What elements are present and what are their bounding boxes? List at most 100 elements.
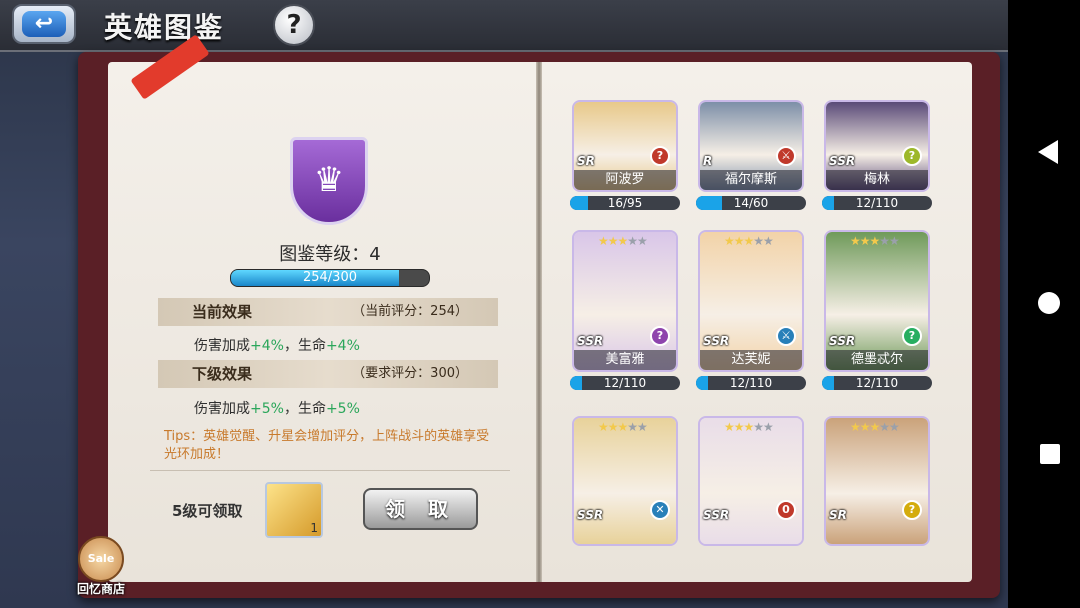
required-score: （要求评分：300）: [352, 366, 468, 381]
hero-name: 福尔摩斯: [700, 170, 802, 190]
hero-portrait: [700, 418, 802, 544]
rarity-badge: SR: [829, 508, 847, 522]
hero-portrait-frame[interactable]: R ⚔ 福尔摩斯: [698, 100, 804, 192]
hero-name: 美富雅: [574, 350, 676, 370]
collection-level: 图鉴等级：4: [279, 244, 381, 265]
reward-label: 5级可领取: [172, 502, 243, 520]
hero-name: 梅林: [826, 170, 928, 190]
fragment-progress-bar: 16/95: [570, 196, 680, 210]
hero-class-icon: 0: [776, 500, 796, 520]
hero-class-icon: ?: [902, 326, 922, 346]
memory-shop-button[interactable]: Sale 回忆商店: [70, 536, 132, 600]
hero-card-item[interactable]: ★★★★★ SSR ✕: [572, 416, 682, 546]
divider: [150, 470, 510, 471]
rarity-badge: SSR: [703, 334, 730, 348]
next-effect-line: 伤害加成+5%，生命+5%: [194, 398, 360, 418]
rarity-badge: SR: [577, 154, 595, 168]
fragment-progress-text: 14/60: [733, 196, 769, 210]
star-rating: ★★★★★: [598, 420, 648, 434]
hero-card-item[interactable]: SR? 阿波罗 16/95: [570, 100, 682, 210]
rarity-badge: SSR: [577, 334, 604, 348]
hero-portrait-frame[interactable]: ★★★★★ SSR? 美富雅: [572, 230, 678, 372]
effect-hp-label: ，生命: [283, 401, 326, 417]
hero-class-icon: ?: [650, 326, 670, 346]
rarity-badge: SSR: [829, 154, 856, 168]
next-effect-title: 下级效果: [192, 365, 253, 383]
fragment-progress-text: 12/110: [603, 376, 647, 390]
hero-portrait-frame[interactable]: ★★★★★ SSR ✕: [572, 416, 678, 546]
fragment-progress-text: 16/95: [607, 196, 643, 210]
hero-card-item[interactable]: ★★★★★ SSR? 美富雅 12/110: [570, 230, 682, 390]
tips-text: Tips：英雄觉醒、升星会增加评分，上阵战斗的英雄享受光环加成！: [164, 429, 490, 462]
nav-home-icon[interactable]: [1038, 292, 1060, 314]
collection-xp-bar: 254/300: [230, 269, 430, 287]
back-button[interactable]: ↩: [12, 4, 76, 44]
hero-class-icon: ✕: [650, 500, 670, 520]
hero-portrait-frame[interactable]: ★★★★★ SSR? 德墨忒尔: [824, 230, 930, 372]
hero-card-item[interactable]: ★★★★★ SR?: [824, 416, 934, 546]
effect-damage-value: +5%: [250, 401, 284, 417]
hero-class-icon: ?: [902, 146, 922, 166]
hero-class-icon: ⚔: [776, 326, 796, 346]
hero-name: 达芙妮: [700, 350, 802, 370]
rarity-badge: SSR: [829, 334, 856, 348]
hero-portrait-frame[interactable]: ★★★★★ SSR 0: [698, 416, 804, 546]
effect-damage-label: 伤害加成: [194, 401, 250, 417]
rarity-badge: SSR: [703, 508, 730, 522]
hero-class-icon: ?: [902, 500, 922, 520]
effect-damage-label: 伤害加成: [194, 338, 250, 354]
hero-card-item[interactable]: ★★★★★ SSR ⚔ 达芙妮 12/110: [696, 230, 808, 390]
star-rating: ★★★★★: [598, 234, 648, 248]
rarity-badge: SSR: [577, 508, 604, 522]
hero-portrait-frame[interactable]: ★★★★★ SSR ⚔ 达芙妮: [698, 230, 804, 372]
collection-emblem-icon: ♛: [290, 137, 368, 225]
hero-card-item[interactable]: ★★★★★ SSR 0: [698, 416, 808, 546]
effect-hp-value: +5%: [325, 401, 360, 417]
next-effect-header: 下级效果 （要求评分：300）: [158, 360, 498, 388]
reward-item-icon[interactable]: 1: [265, 482, 323, 538]
hero-portrait-frame[interactable]: ★★★★★ SR?: [824, 416, 930, 546]
hero-portrait-frame[interactable]: SR? 阿波罗: [572, 100, 678, 192]
effect-hp-label: ，生命: [283, 338, 326, 354]
hero-portrait: [826, 418, 928, 544]
effect-hp-value: +4%: [325, 338, 360, 354]
hero-name: 阿波罗: [574, 170, 676, 190]
hero-card-item[interactable]: ★★★★★ SSR? 德墨忒尔 12/110: [822, 230, 934, 390]
page-title: 英雄图鉴: [104, 11, 225, 44]
current-effect-line: 伤害加成+4%，生命+4%: [194, 335, 360, 355]
fragment-progress-text: 12/110: [855, 196, 899, 210]
help-button[interactable]: ?: [273, 4, 315, 46]
star-rating: ★★★★★: [724, 234, 774, 248]
shop-label: 回忆商店: [76, 582, 125, 596]
fragment-progress-bar: 12/110: [696, 376, 806, 390]
fragment-progress-bar: 12/110: [822, 196, 932, 210]
star-rating: ★★★★★: [724, 420, 774, 434]
fragment-progress-text: 12/110: [729, 376, 773, 390]
system-nav-bar: [1008, 0, 1080, 608]
nav-back-icon[interactable]: [1038, 140, 1058, 164]
hero-card-item[interactable]: SSR? 梅林 12/110: [822, 100, 934, 210]
fragment-progress-text: 12/110: [855, 376, 899, 390]
fragment-progress-bar: 12/110: [822, 376, 932, 390]
star-rating: ★★★★★: [850, 420, 900, 434]
hero-card-item[interactable]: R ⚔ 福尔摩斯 14/60: [696, 100, 808, 210]
current-effect-header: 当前效果 （当前评分：254）: [158, 298, 498, 326]
hero-name: 德墨忒尔: [826, 350, 928, 370]
fragment-progress-bar: 14/60: [696, 196, 806, 210]
hero-class-icon: ?: [650, 146, 670, 166]
claim-button[interactable]: 领 取: [363, 488, 478, 530]
xp-text: 254/300: [302, 270, 357, 285]
star-rating: ★★★★★: [850, 234, 900, 248]
effect-damage-value: +4%: [250, 338, 284, 354]
reward-count: 1: [310, 521, 318, 535]
current-score: （当前评分：254）: [352, 304, 468, 319]
hero-portrait-frame[interactable]: SSR? 梅林: [824, 100, 930, 192]
shop-bag-icon: Sale: [78, 536, 124, 582]
book-spine: [536, 62, 542, 582]
nav-recent-icon[interactable]: [1040, 444, 1060, 464]
top-bar: ↩ 英雄图鉴 ?: [0, 0, 1080, 52]
hero-class-icon: ⚔: [776, 146, 796, 166]
fragment-progress-bar: 12/110: [570, 376, 680, 390]
back-arrow-icon: ↩: [22, 11, 66, 37]
rarity-badge: R: [703, 154, 713, 168]
